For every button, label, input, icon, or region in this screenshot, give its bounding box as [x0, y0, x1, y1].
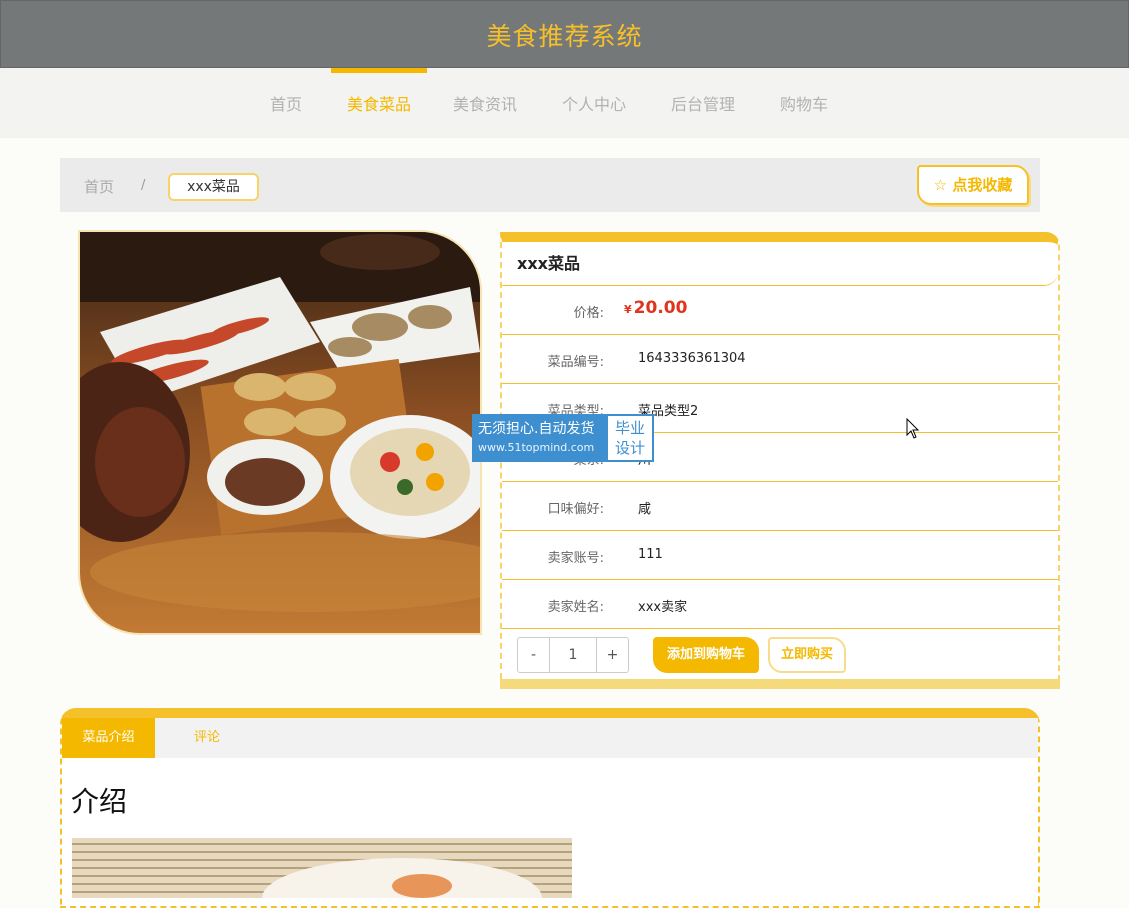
watermark-badge: 无须担心.自动发货 www.51topmind.com 毕业 设计 — [472, 414, 654, 462]
favorite-button[interactable]: ☆ 点我收藏 — [917, 165, 1029, 205]
nav-item-news[interactable]: 美食资讯 — [445, 68, 525, 138]
breadcrumb: 首页 / xxx菜品 ☆ 点我收藏 — [60, 158, 1040, 212]
nav-item-home[interactable]: 首页 — [260, 68, 312, 138]
favorite-button-label: 点我收藏 — [952, 176, 1013, 194]
nav-item-profile[interactable]: 个人中心 — [554, 68, 634, 138]
field-label: 卖家姓名: — [547, 600, 604, 615]
field-value: 111 — [638, 547, 663, 562]
intro-heading: 介绍 — [71, 785, 128, 818]
field-label: 菜品编号: — [547, 355, 604, 370]
panel-bottom-bar — [500, 679, 1060, 689]
price-label: 价格: — [573, 306, 604, 321]
price-value: ¥20.00 — [624, 298, 687, 318]
breadcrumb-current: xxx菜品 — [168, 173, 259, 201]
detail-tabs-panel: 菜品介绍 评论 介绍 — [60, 708, 1040, 908]
tab-dish-intro[interactable]: 菜品介绍 — [62, 718, 155, 758]
app-title: 美食推荐系统 — [486, 22, 643, 51]
watermark-right-line1: 毕业 — [614, 419, 645, 437]
buy-now-button[interactable]: 立即购买 — [768, 637, 846, 673]
nav-item-dishes[interactable]: 美食菜品 — [331, 68, 427, 138]
field-label: 卖家账号: — [547, 551, 604, 566]
quantity-stepper: - 1 + — [517, 637, 629, 673]
nav-item-cart[interactable]: 购物车 — [772, 68, 836, 138]
field-value: xxx卖家 — [638, 600, 688, 615]
field-row-seller-name: 卖家姓名: xxx卖家 — [502, 580, 1058, 629]
star-outline-icon: ☆ — [933, 176, 948, 194]
dish-photo — [80, 232, 480, 633]
product-name: xxx菜品 — [502, 242, 1058, 286]
field-label: 口味偏好: — [547, 502, 604, 517]
watermark-line1: 无须担心.自动发货 — [478, 421, 595, 437]
price-amount: 20.00 — [633, 298, 688, 318]
intro-photo — [72, 838, 572, 898]
field-row-taste: 口味偏好: 咸 — [502, 482, 1058, 531]
watermark-right-line2: 设计 — [614, 439, 645, 457]
tab-comments[interactable]: 评论 — [172, 718, 242, 758]
watermark-line2: www.51topmind.com — [478, 441, 595, 454]
add-to-cart-button[interactable]: 添加到购物车 — [653, 637, 759, 673]
quantity-decrease-button[interactable]: - — [518, 638, 550, 672]
field-value: 1643336361304 — [638, 351, 746, 366]
price-row: 价格: ¥20.00 — [502, 286, 1058, 335]
breadcrumb-home-link[interactable]: 首页 — [84, 176, 114, 197]
purchase-row: - 1 + 添加到购物车 立即购买 — [502, 629, 1058, 678]
quantity-increase-button[interactable]: + — [596, 638, 628, 672]
field-row-dish-id: 菜品编号: 1643336361304 — [502, 335, 1058, 384]
field-row-seller-account: 卖家账号: 111 — [502, 531, 1058, 580]
mouse-cursor-icon — [906, 418, 920, 439]
main-nav: 首页 美食菜品 美食资讯 个人中心 后台管理 购物车 — [0, 68, 1129, 138]
watermark-left: 无须担心.自动发货 www.51topmind.com — [474, 416, 608, 460]
nav-item-admin[interactable]: 后台管理 — [663, 68, 743, 138]
watermark-right: 毕业 设计 — [608, 416, 652, 460]
quantity-input[interactable]: 1 — [550, 638, 596, 672]
breadcrumb-separator: / — [141, 178, 146, 193]
top-header: 美食推荐系统 — [0, 0, 1129, 68]
tabs-header: 菜品介绍 评论 — [62, 718, 1038, 758]
field-value: 咸 — [638, 502, 652, 517]
currency-symbol: ¥ — [624, 303, 632, 316]
